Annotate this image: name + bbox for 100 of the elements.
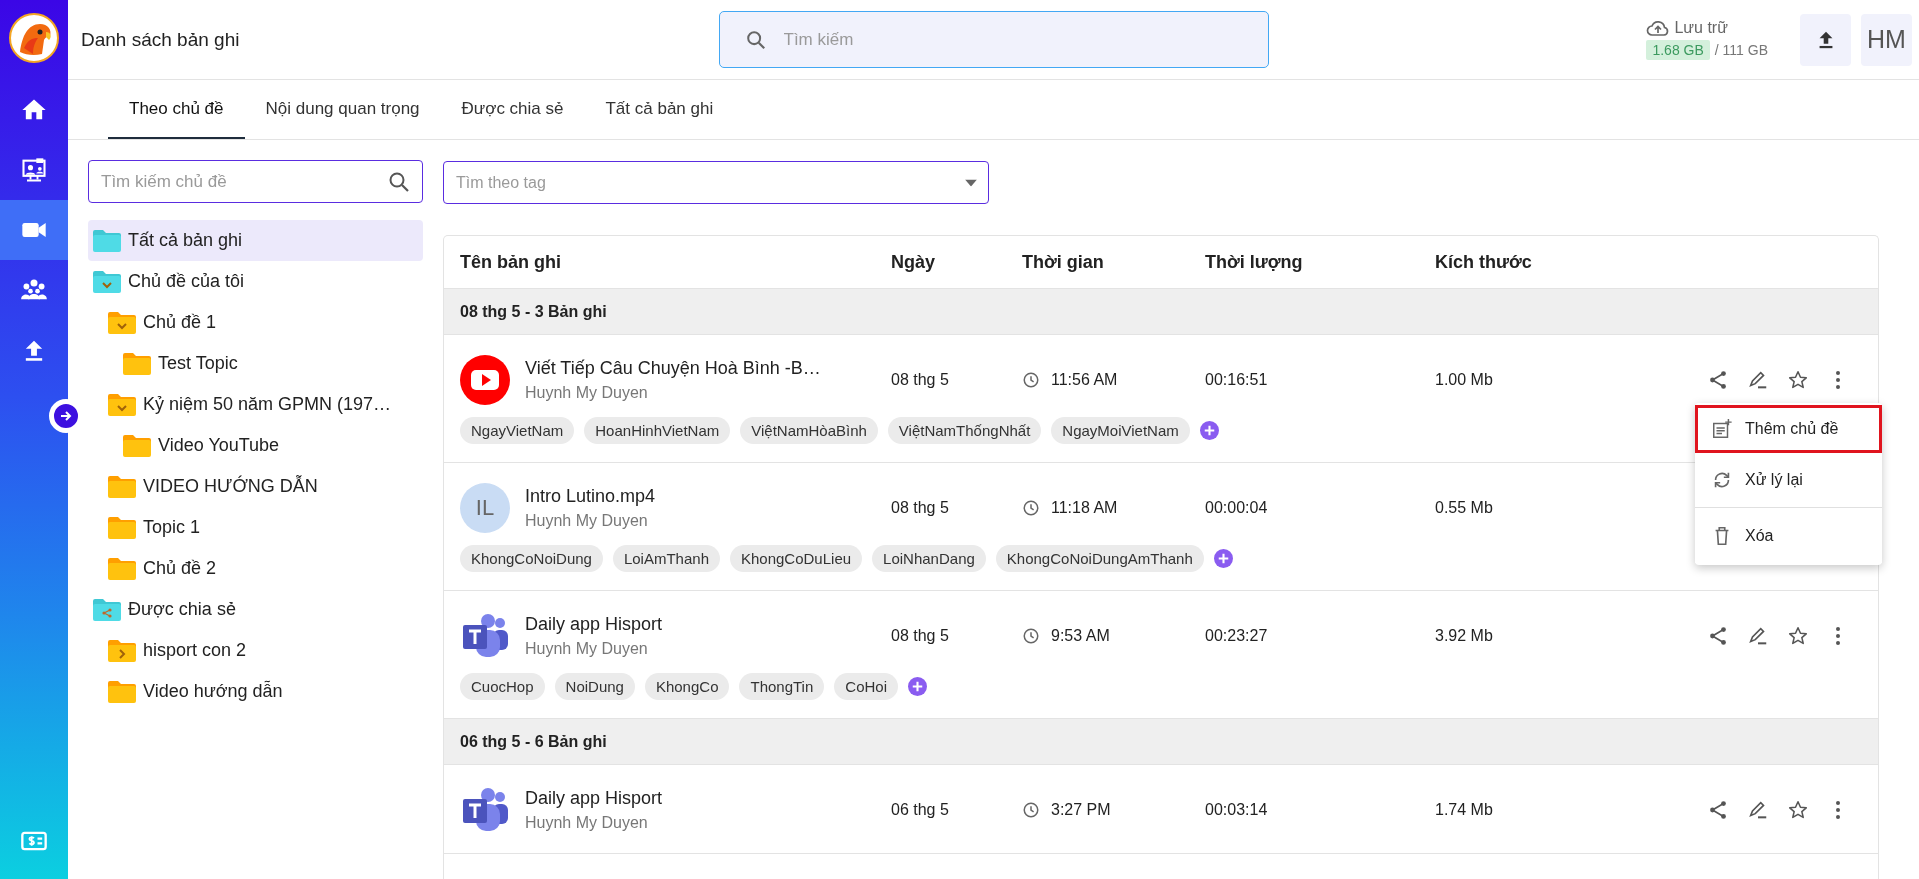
star-icon [1787, 799, 1809, 821]
initials-avatar: IL [460, 483, 510, 533]
shared-folder-icon [92, 597, 122, 622]
time-cell: 9:53 AM [1051, 627, 1110, 645]
tag-chip[interactable]: NgayMoiVietNam [1051, 417, 1190, 444]
tag-chip[interactable]: CuocHop [460, 673, 545, 700]
share-icon [1707, 799, 1729, 821]
recording-title: Daily app Hisport [525, 788, 663, 809]
menu-item[interactable]: Xử lý lại [1695, 453, 1882, 508]
duration-cell-text: 00:03:14 [1205, 801, 1269, 819]
tag-chip[interactable]: CoHoi [834, 673, 898, 700]
time-cell: 11:56 AM [1051, 371, 1118, 389]
tab[interactable]: Nội dung quan trọng [244, 80, 441, 139]
nav-button[interactable] [0, 200, 68, 260]
folder-icon [107, 556, 137, 581]
size-cell-text: 3.92 Mb [1435, 627, 1494, 645]
add-tag-icon[interactable] [1213, 549, 1233, 568]
clock-icon [1022, 499, 1040, 517]
topic-search-field[interactable]: Tìm kiếm chủ đề [88, 160, 423, 203]
size-cell-text: 1.74 Mb [1435, 801, 1494, 819]
column-header: Thời lượng [1205, 251, 1304, 273]
tag-chip[interactable]: KhongCoNoiDung [460, 545, 603, 572]
size-cell-text: 1.00 Mb [1435, 371, 1494, 389]
note-add-icon [1711, 417, 1733, 440]
date-cell-text: 08 thg 5 [891, 371, 950, 389]
play-button-icon [460, 355, 510, 405]
menu-item[interactable]: Xóa [1695, 508, 1882, 563]
tree-item[interactable]: Topic 1 [88, 507, 423, 548]
user-avatar[interactable]: HM [1861, 13, 1912, 66]
star-icon [1787, 625, 1809, 647]
owner-name: Huynh My Duyen [525, 512, 649, 530]
pen-icon [1747, 369, 1769, 391]
tree-item[interactable]: Test Topic [88, 343, 423, 384]
group-header: 06 thg 5 - 6 Bản ghi [444, 719, 1878, 765]
share-icon [1707, 369, 1729, 391]
folder-icon [107, 515, 137, 540]
time-cell: 3:27 PM [1051, 801, 1111, 819]
tree-item[interactable]: Chủ đề 2 [88, 548, 423, 589]
more-vertical-icon [1836, 801, 1840, 819]
menu-item[interactable]: Thêm chủ đề [1695, 405, 1882, 453]
tab[interactable]: Theo chủ đề [108, 80, 245, 139]
folder-icon [107, 474, 137, 499]
tab[interactable]: Được chia sẻ [440, 80, 585, 139]
tag-filter-dropdown[interactable]: Tìm theo tag [443, 161, 989, 204]
column-header: Tên bản ghi [460, 251, 562, 273]
recording-title: Daily app Hisport [525, 614, 663, 635]
storage-total: / 111 GB [1714, 42, 1768, 58]
star-icon [1787, 369, 1809, 391]
upload-button[interactable] [1800, 13, 1851, 66]
date-cell-text: 08 thg 5 [891, 499, 950, 517]
tag-chip[interactable]: ViệtNamHòaBình [740, 417, 878, 444]
tree-item[interactable]: Tất cả bản ghi [88, 220, 423, 261]
add-tag-icon[interactable] [1199, 421, 1219, 440]
tag-chip[interactable]: NgayVietNam [460, 417, 575, 444]
tree-item[interactable]: VIDEO HƯỚNG DẪN [88, 466, 423, 507]
tag-chip[interactable]: KhongCoDuLieu [730, 545, 863, 572]
tag-chip[interactable]: ViệtNamThốngNhất [887, 417, 1042, 444]
folder-icon [92, 228, 122, 253]
tree-item[interactable]: Kỷ niệm 50 năm GPMN (197… [88, 384, 423, 425]
pen-icon [1747, 625, 1769, 647]
tree-item[interactable]: Video YouTube [88, 425, 423, 466]
folder-icon [122, 351, 152, 376]
tag-chip[interactable]: HoanHinhVietNam [584, 417, 731, 444]
tag-chip[interactable]: LoiAmThanh [612, 545, 720, 572]
folder-icon [107, 679, 137, 704]
owner-name: Huynh My Duyen [525, 384, 649, 402]
folder-icon [122, 433, 152, 458]
clock-icon [1022, 371, 1040, 389]
parrot-logo-drawing [8, 12, 60, 64]
search-field[interactable]: Tìm kiếm [718, 11, 1269, 68]
tree-item[interactable]: Được chia sẻ [88, 589, 423, 630]
share-icon [1707, 625, 1729, 647]
tag-chip[interactable]: LoiNhanDang [872, 545, 986, 572]
recording-title: Intro Lutino.mp4 [525, 486, 656, 507]
tag-chip[interactable]: ThongTin [739, 673, 825, 700]
tab[interactable]: Tất cả bản ghi [584, 80, 735, 139]
more-vertical-icon [1836, 627, 1840, 645]
owner-name: Huynh My Duyen [525, 814, 649, 832]
column-header: Kích thước [1435, 251, 1533, 273]
page-title: Danh sách bản ghi [80, 28, 241, 51]
tree-item[interactable]: Chủ đề 1 [88, 302, 423, 343]
tree-item[interactable]: hisport con 2 [88, 630, 423, 671]
pen-icon [1747, 799, 1769, 821]
clock-icon [1022, 627, 1040, 645]
add-tag-icon[interactable] [908, 677, 927, 696]
storage-label: Lưu trữ [1674, 19, 1728, 37]
column-header: Thời gian [1022, 251, 1105, 273]
size-cell-text: 0.55 Mb [1435, 499, 1494, 517]
search-icon [744, 28, 767, 51]
group-header: 08 thg 5 - 3 Bản ghi [444, 289, 1878, 335]
tag-chip[interactable]: KhongCo [644, 673, 730, 700]
tag-chip[interactable]: KhongCoNoiDungAmThanh [995, 545, 1204, 572]
duration-cell-text: 00:16:51 [1205, 371, 1269, 389]
owner-name: Huynh My Duyen [525, 640, 649, 658]
cloud-upload-icon [1646, 19, 1671, 37]
tree-item[interactable]: Video hướng dẫn [88, 671, 423, 712]
arrow-right-icon [59, 409, 73, 423]
presentation-icon [20, 156, 48, 184]
tree-item[interactable]: Chủ đề của tôi [88, 261, 423, 302]
tag-chip[interactable]: NoiDung [554, 673, 635, 700]
